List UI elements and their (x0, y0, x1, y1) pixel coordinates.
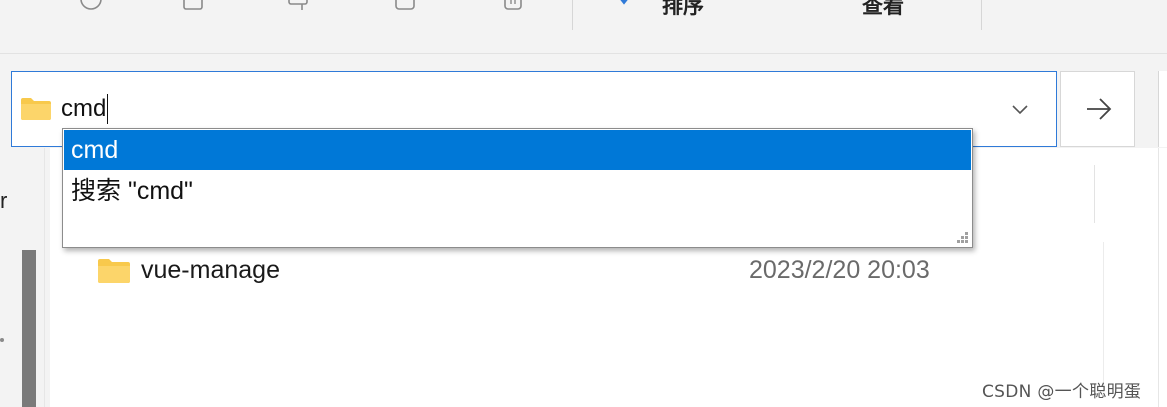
search-box-edge[interactable] (1158, 71, 1167, 147)
sort-button-label[interactable]: 排序 (662, 0, 704, 20)
view-icon[interactable] (808, 0, 844, 12)
rename-icon[interactable] (392, 0, 418, 12)
address-input[interactable]: cmd (61, 94, 109, 124)
go-button[interactable] (1060, 71, 1135, 147)
column-divider[interactable] (1103, 242, 1104, 392)
nav-scrollbar-thumb[interactable] (22, 250, 36, 407)
autocomplete-item-search[interactable]: 搜索 "cmd" (64, 171, 971, 211)
command-bar: 排序 查看 (0, 0, 1167, 54)
sort-icon[interactable] (618, 0, 644, 12)
expand-indicator[interactable] (0, 338, 4, 342)
share-icon[interactable] (286, 0, 312, 12)
watermark: CSDN @一个聪明蛋 (982, 382, 1142, 402)
autocomplete-item-label: 搜索 "cmd" (71, 177, 193, 205)
file-name: vue-manage (141, 256, 280, 284)
autocomplete-item-label: cmd (71, 136, 119, 164)
table-row[interactable]: vue-manage 2023/2/20 20:03 (97, 252, 977, 288)
autocomplete-item[interactable]: cmd (64, 130, 971, 170)
folder-icon (98, 259, 130, 283)
delete-icon[interactable] (500, 0, 526, 12)
folder-icon (21, 98, 51, 120)
arrow-right-icon (1087, 98, 1112, 120)
toolbar-divider (572, 0, 573, 30)
autocomplete-dropdown: cmd 搜索 "cmd" (62, 128, 973, 248)
nav-item-label[interactable]: r (0, 189, 7, 213)
toolbar-divider (981, 0, 982, 30)
file-modified-date: 2023/2/20 20:03 (749, 256, 930, 284)
column-divider[interactable] (1094, 165, 1095, 223)
chevron-down-icon[interactable] (1009, 101, 1031, 117)
paste-icon[interactable] (180, 0, 206, 12)
copy-icon[interactable] (78, 0, 104, 12)
view-button-label[interactable]: 查看 (862, 0, 904, 20)
file-list-scrollbar[interactable] (1158, 148, 1167, 407)
resize-grip-icon[interactable] (953, 228, 969, 244)
